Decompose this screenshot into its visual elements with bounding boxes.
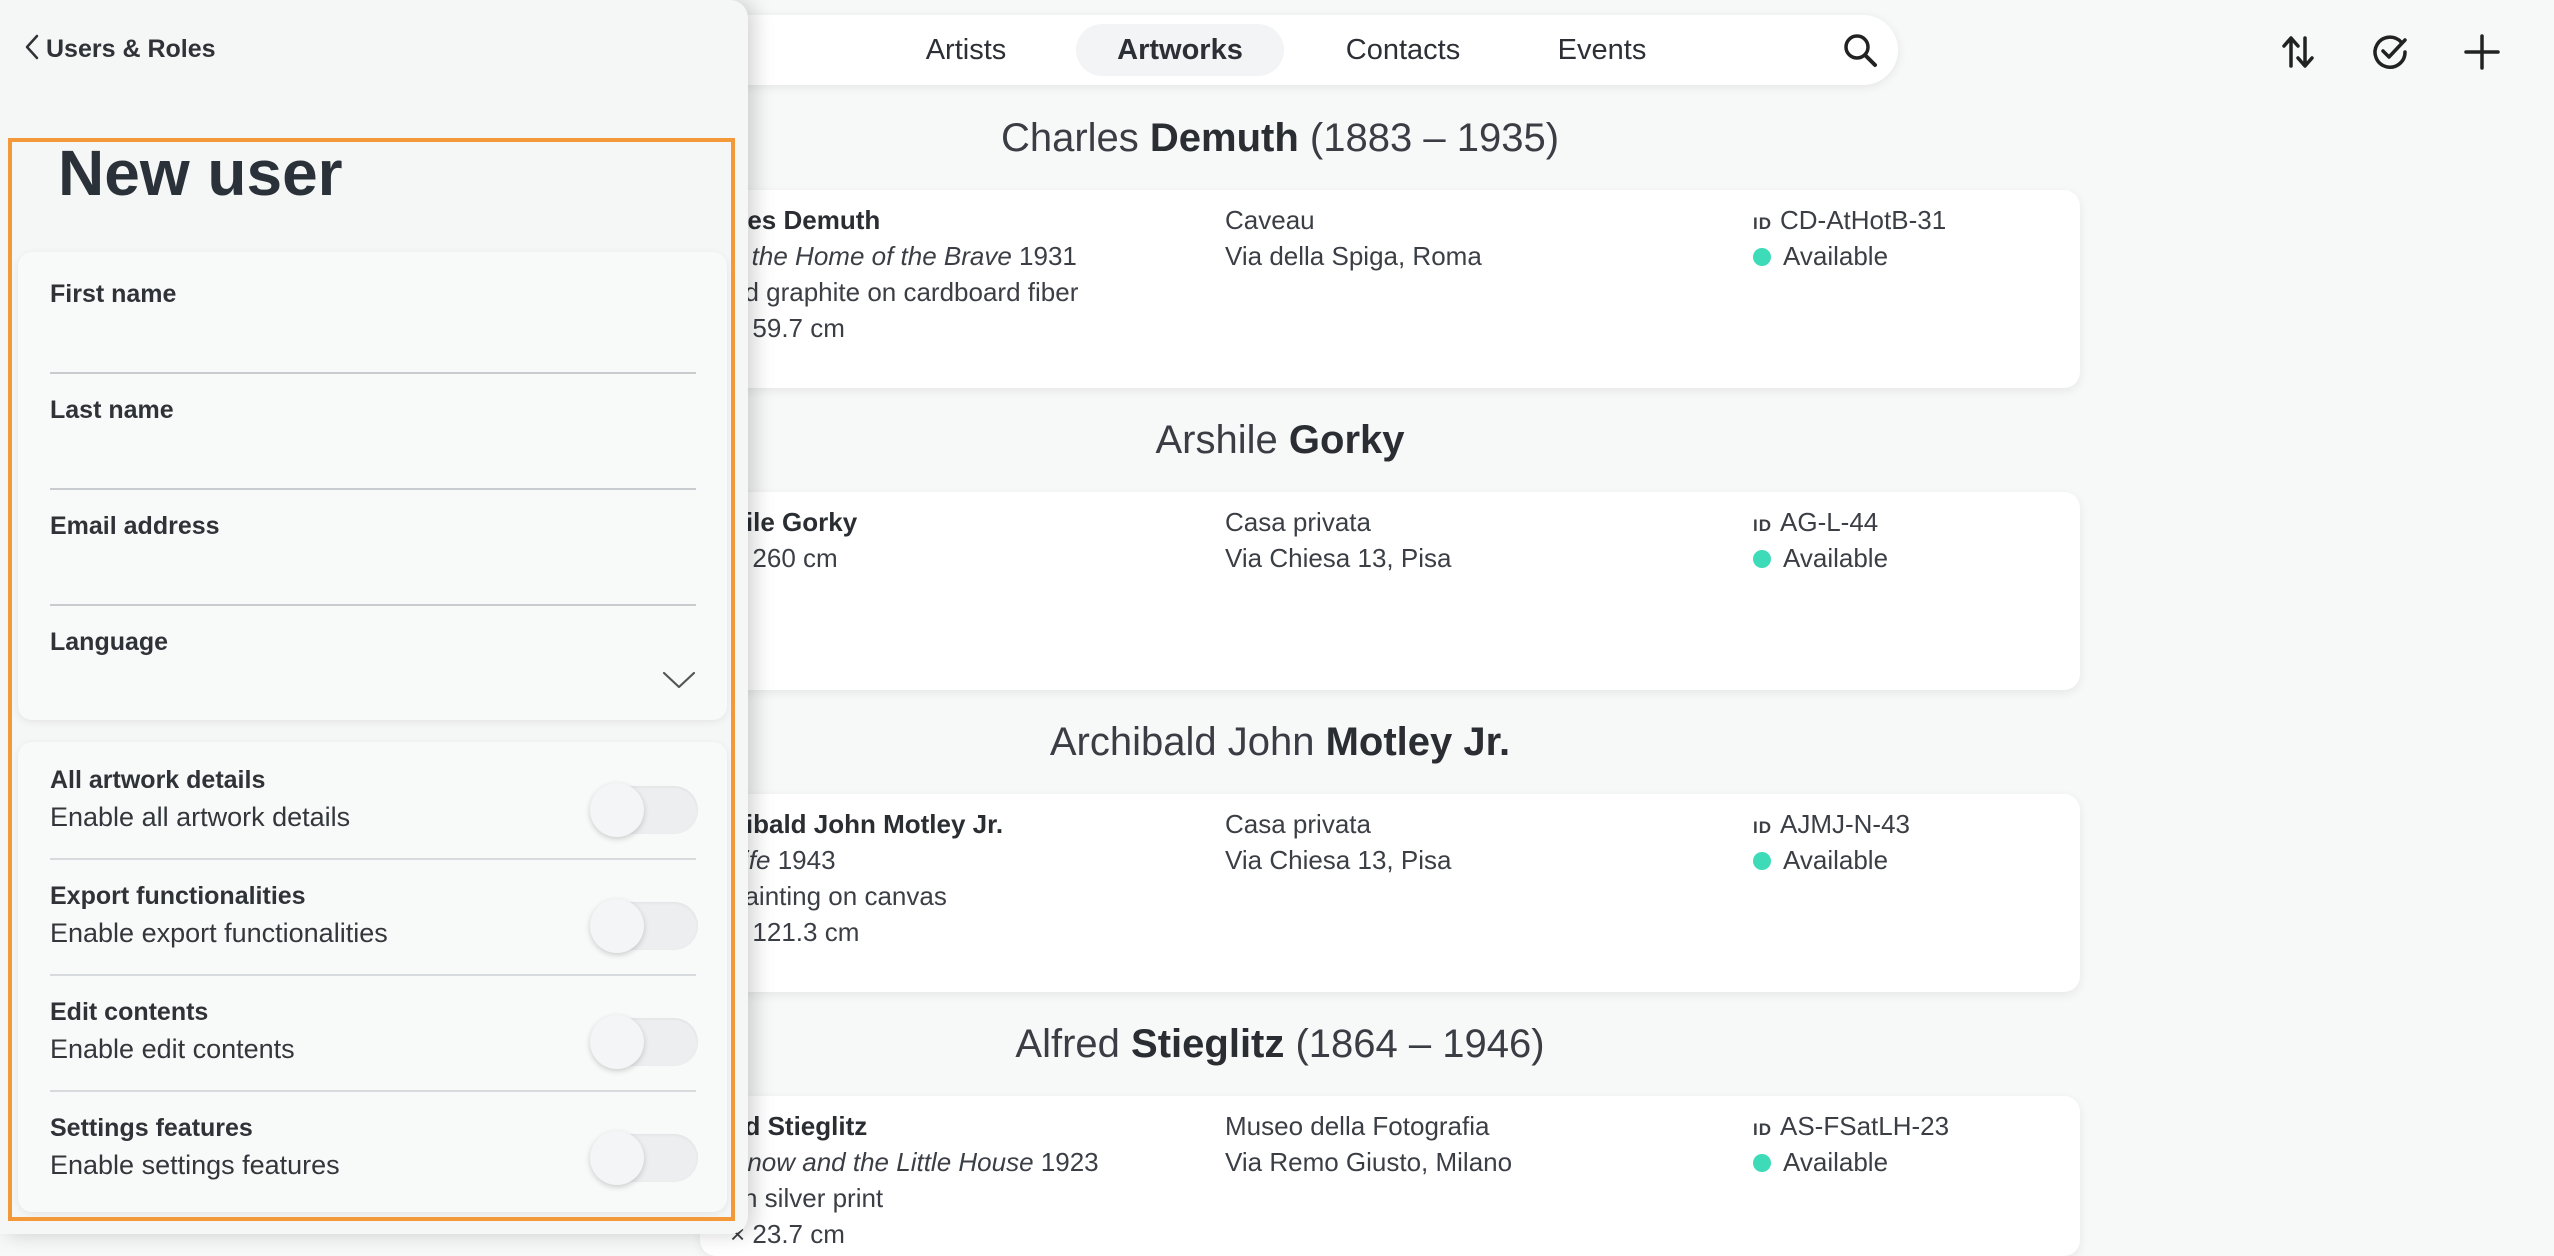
check-circle-icon[interactable]	[2368, 30, 2412, 74]
artwork-location: Casa privata	[1225, 809, 1371, 839]
artwork-artist: rles Demuth	[730, 205, 881, 235]
sort-icon[interactable]	[2276, 30, 2320, 74]
artwork-medium: tin silver print	[730, 1183, 884, 1213]
artist-first-name: Archibald John	[1049, 720, 1326, 764]
search-icon[interactable]	[1842, 32, 1878, 68]
artwork-address: Via della Spiga, Roma	[1225, 241, 1482, 271]
artwork-medium: painting on canvas	[730, 881, 947, 911]
back-link[interactable]: Users & Roles	[24, 34, 216, 64]
artwork-id: AJMJ-N-43	[1780, 809, 1911, 839]
artist-first-name: Alfred	[1015, 1022, 1132, 1066]
status-dot	[1753, 550, 1771, 568]
artist-last-name: Demuth	[1149, 116, 1299, 160]
artwork-year: 1931	[1011, 241, 1077, 271]
back-label: Users & Roles	[46, 35, 216, 63]
artwork-id: AS-FSatLH-23	[1780, 1111, 1950, 1141]
id-label: ID	[1753, 214, 1772, 233]
status-dot	[1753, 248, 1771, 266]
artwork-artist: ed Stieglitz	[730, 1111, 868, 1141]
artwork-address: Via Chiesa 13, Pisa	[1225, 543, 1452, 573]
plus-icon[interactable]	[2460, 30, 2504, 74]
status-dot	[1753, 852, 1771, 870]
artwork-address: Via Chiesa 13, Pisa	[1225, 845, 1452, 875]
artwork-location: Casa privata	[1225, 507, 1371, 537]
artwork-card[interactable]: rles Demuth d the Home of the Brave 1931…	[700, 190, 2080, 388]
artwork-location: Caveau	[1225, 205, 1315, 235]
artwork-location: Museo della Fotografia	[1225, 1111, 1490, 1141]
artist-years: (1883 – 1935)	[1298, 116, 1560, 160]
artist-last-name: Motley Jr.	[1325, 720, 1511, 764]
artwork-address: Via Remo Giusto, Milano	[1225, 1147, 1513, 1177]
id-label: ID	[1753, 516, 1772, 535]
artist-first-name: Charles	[1000, 116, 1150, 160]
id-label: ID	[1753, 1120, 1772, 1139]
artist-heading: Charles Demuth (1883 – 1935)	[740, 116, 1820, 161]
tab-events[interactable]: Events	[1522, 24, 1682, 76]
artist-years: (1864 – 1946)	[1284, 1022, 1545, 1066]
status-label: Available	[1783, 845, 1889, 875]
artist-heading: Alfred Stieglitz (1864 – 1946)	[740, 1022, 1820, 1067]
artwork-title: d the Home of the Brave	[730, 241, 1012, 271]
artwork-size: × 121.3 cm	[730, 917, 860, 947]
id-label: ID	[1753, 818, 1772, 837]
artwork-artist: hibald John Motley Jr.	[730, 809, 1004, 839]
status-label: Available	[1783, 241, 1889, 271]
artwork-id: CD-AtHotB-31	[1780, 205, 1947, 235]
artwork-title: Snow and the Little House	[730, 1147, 1034, 1177]
artwork-id: AG-L-44	[1780, 507, 1879, 537]
artist-last-name: Stieglitz	[1131, 1022, 1285, 1066]
artwork-card[interactable]: ed Stieglitz Snow and the Little House 1…	[700, 1096, 2080, 1256]
artist-heading: Arshile Gorky	[740, 418, 1820, 463]
new-user-panel: Users & Roles New user First name Last n…	[0, 0, 748, 1234]
artwork-year: 1943	[770, 845, 836, 875]
status-label: Available	[1783, 543, 1889, 573]
tab-artworks[interactable]: Artworks	[1076, 24, 1284, 76]
artist-first-name: Arshile	[1155, 418, 1289, 462]
section-tabs-bar: Artists Artworks Contacts Events	[700, 15, 1898, 85]
artwork-card[interactable]: hibald John Motley Jr. tlife 1943 painti…	[700, 794, 2080, 992]
artwork-artist: hile Gorky	[730, 507, 858, 537]
artist-heading: Archibald John Motley Jr.	[740, 720, 1820, 765]
artwork-year: 1923	[1033, 1147, 1099, 1177]
focus-highlight	[8, 138, 735, 1221]
artist-last-name: Gorky	[1288, 418, 1405, 462]
status-dot	[1753, 1154, 1771, 1172]
status-label: Available	[1783, 1147, 1889, 1177]
artwork-card[interactable]: hile Gorky × 260 cm Casa privata Via Chi…	[700, 492, 2080, 690]
artwork-medium: nd graphite on cardboard fiber	[730, 277, 1079, 307]
chevron-left-icon	[25, 34, 39, 60]
artwork-size: × 23.7 cm	[730, 1219, 845, 1249]
tab-artists[interactable]: Artists	[886, 24, 1046, 76]
tab-contacts[interactable]: Contacts	[1314, 24, 1492, 76]
